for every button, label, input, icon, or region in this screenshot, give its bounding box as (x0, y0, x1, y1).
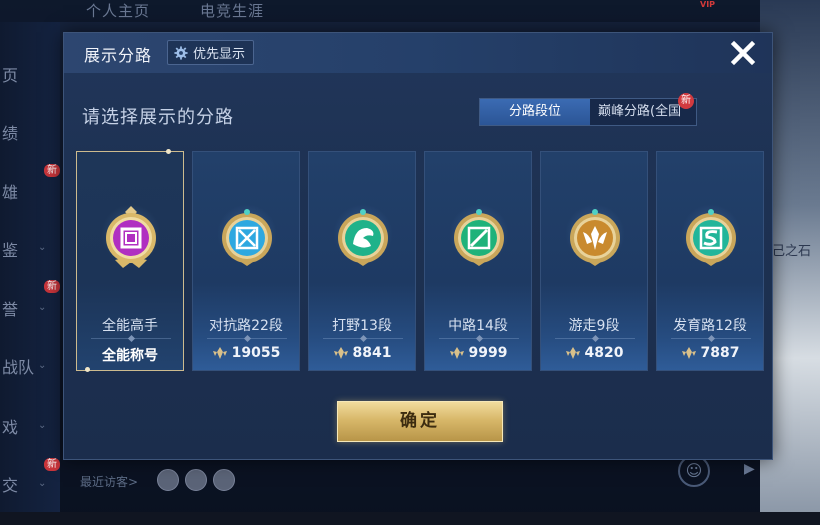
background-sidebar: 页 绩 新 雄 鉴 ⌄ 新 誉 ⌄ 战队 ⌄ 戏 ⌄ 新 交 ⌄ (0, 22, 60, 512)
card-divider (323, 338, 403, 339)
background-label: 己之石 (772, 244, 812, 259)
mid-lane-emblem-icon (454, 209, 504, 266)
lane-name: 游走9段 (568, 318, 620, 334)
points-icon (565, 347, 580, 359)
new-badge: 新 (44, 164, 60, 177)
chevron-down-icon: ⌄ (38, 242, 47, 253)
lane-card-roam[interactable]: 游走9段 4820 (540, 151, 648, 371)
chevron-down-icon: ⌄ (38, 360, 47, 371)
sidebar-item-social[interactable]: 交 (2, 472, 18, 496)
tab-lane-rank[interactable]: 分路段位 (480, 99, 590, 125)
lane-card-list: 全能高手 全能称号 对抗路22段 19055 打野13段 8841 中路14段 … (76, 149, 766, 372)
lane-score-value: 9999 (468, 345, 508, 361)
sidebar-item-game[interactable]: 戏 (2, 414, 18, 438)
card-divider (91, 338, 171, 339)
avatar[interactable] (185, 469, 207, 491)
tab-esports-career[interactable]: 电竞生涯 (200, 0, 264, 21)
close-button[interactable] (724, 37, 762, 69)
clash-lane-emblem-icon (222, 209, 272, 266)
sidebar-item-home[interactable]: 页 (2, 62, 18, 86)
sidebar-item-team[interactable]: 战队 (2, 354, 34, 378)
lane-score-value: 8841 (352, 345, 392, 361)
lane-display-dialog: 展示分路 优先显示 请选择展示的分路 分路段位 巅峰分路(全国 新 全能高手 全… (63, 32, 773, 460)
priority-display-button[interactable]: 优先显示 (167, 40, 255, 65)
points-icon (449, 347, 464, 359)
sidebar-item-collection[interactable]: 鉴 (2, 237, 18, 261)
lane-card-allround[interactable]: 全能高手 全能称号 (76, 149, 184, 372)
dialog-title: 展示分路 (84, 46, 153, 65)
new-badge: 新 (44, 280, 60, 293)
allround-emblem-icon (106, 206, 156, 268)
vip-badge: VIP (700, 0, 716, 9)
sidebar-item-heroes[interactable]: 雄 (2, 179, 18, 203)
recent-visitors-link[interactable]: 最近访客> (80, 473, 138, 490)
lane-name: 发育路12段 (673, 318, 747, 334)
rank-type-switch: 分路段位 巅峰分路(全国 新 (479, 93, 697, 126)
chevron-down-icon: ⌄ (38, 302, 47, 313)
chevron-down-icon: ⌄ (38, 420, 47, 431)
card-divider (555, 338, 635, 339)
lane-name: 打野13段 (332, 318, 392, 334)
gear-icon (174, 45, 188, 60)
lane-card-mid[interactable]: 中路14段 9999 (424, 151, 532, 371)
card-divider (439, 338, 519, 339)
farm-lane-emblem-icon (686, 209, 736, 266)
lane-card-clash[interactable]: 对抗路22段 19055 (192, 151, 300, 371)
dialog-header: 展示分路 优先显示 (64, 33, 772, 73)
card-divider (207, 338, 287, 339)
lane-score: 9999 (425, 345, 531, 361)
new-badge: 新 (44, 458, 60, 471)
play-icon[interactable]: ▶ (744, 461, 755, 477)
confirm-button[interactable]: 确定 (337, 401, 503, 442)
tab-profile[interactable]: 个人主页 (86, 0, 150, 21)
roam-emblem-icon (570, 209, 620, 266)
points-icon (212, 347, 227, 359)
lane-score: 7887 (657, 345, 763, 361)
lane-score: 8841 (309, 345, 415, 361)
chevron-down-icon: ⌄ (38, 478, 47, 489)
lane-score: 19055 (193, 345, 299, 361)
selection-marker (85, 367, 90, 372)
bottom-bar (0, 512, 820, 525)
lane-score-value: 4820 (584, 345, 624, 361)
tab-peak-lane-label: 巅峰分路(全国 (598, 104, 682, 119)
new-badge: 新 (678, 93, 694, 109)
avatar[interactable] (213, 469, 235, 491)
allround-title-tag: 全能称号 (102, 348, 158, 364)
sidebar-item-honor[interactable]: 誉 (2, 296, 18, 320)
priority-display-label: 优先显示 (193, 47, 246, 62)
avatar[interactable] (157, 469, 179, 491)
jungle-emblem-icon (338, 209, 388, 266)
lane-name: 全能高手 (102, 318, 158, 334)
lane-card-jungle[interactable]: 打野13段 8841 (308, 151, 416, 371)
lane-card-farm[interactable]: 发育路12段 7887 (656, 151, 764, 371)
points-icon (333, 347, 348, 359)
lane-name: 对抗路22段 (209, 318, 283, 334)
card-divider (671, 338, 751, 339)
lane-score-value: 19055 (231, 345, 281, 361)
close-icon (730, 40, 756, 66)
lane-score: 4820 (541, 345, 647, 361)
lane-select-prompt: 请选择展示的分路 (82, 107, 234, 128)
sidebar-item-record[interactable]: 绩 (2, 120, 18, 144)
lane-score-value: 7887 (700, 345, 740, 361)
points-icon (681, 347, 696, 359)
selection-marker (166, 149, 171, 154)
lane-name: 中路14段 (448, 318, 508, 334)
